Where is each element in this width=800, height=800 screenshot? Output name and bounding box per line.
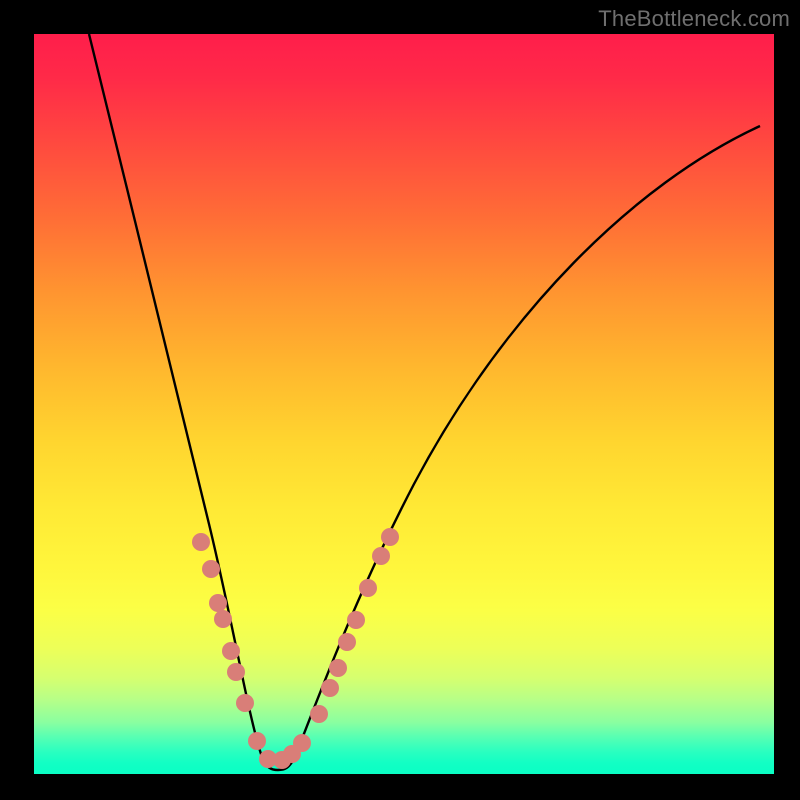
bottleneck-curve	[89, 34, 760, 770]
watermark-text: TheBottleneck.com	[598, 6, 790, 32]
marker-cluster-left	[192, 533, 277, 768]
chart-frame: TheBottleneck.com	[0, 0, 800, 800]
curve-layer	[34, 34, 774, 774]
marker-cluster-right	[273, 528, 399, 769]
plot-area	[34, 34, 774, 774]
